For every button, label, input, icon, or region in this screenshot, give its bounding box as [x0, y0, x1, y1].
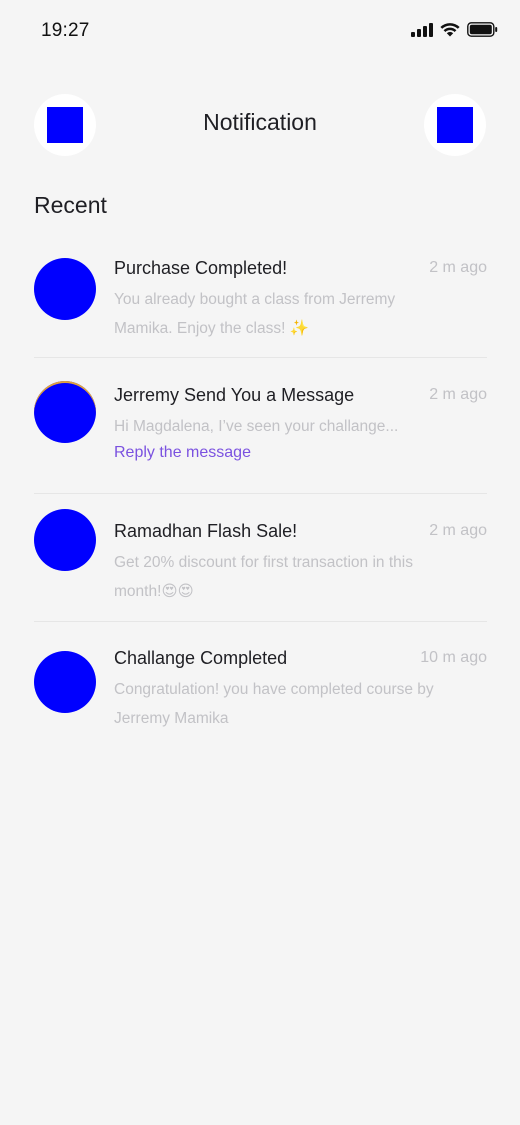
divider: [34, 357, 487, 358]
notification-time: 10 m ago: [420, 649, 487, 666]
notification-time: 2 m ago: [429, 259, 487, 276]
notification-time: 2 m ago: [429, 386, 487, 403]
notification-title: Challange Completed: [114, 648, 288, 668]
avatar: [34, 509, 96, 571]
notification-body: Hi Magdalena, I’ve seen your challange..…: [114, 418, 399, 435]
status-bar: 19:27: [0, 0, 520, 62]
avatar: [34, 381, 96, 443]
divider: [34, 493, 487, 494]
settings-icon: [437, 107, 473, 143]
notification-body: Get 20% discount for first transaction i…: [114, 554, 413, 600]
avatar: [34, 651, 96, 713]
signal-icon: [411, 22, 433, 37]
status-icons: [411, 22, 498, 37]
section-title-recent: Recent: [34, 192, 107, 218]
status-time: 19:27: [41, 20, 90, 41]
notification-item[interactable]: Jerremy Send You a Message 2 m ago Hi Ma…: [34, 381, 487, 469]
wifi-icon: [440, 22, 460, 37]
notification-title: Jerremy Send You a Message: [114, 385, 355, 405]
avatar: [34, 258, 96, 320]
notification-item[interactable]: Purchase Completed! 2 m ago You already …: [34, 258, 487, 338]
notification-screen: 19:27 Notification Recent Purchase Compl…: [0, 0, 520, 1125]
app-header: Notification: [0, 94, 520, 156]
battery-icon: [467, 22, 498, 37]
notification-body: Congratulation! you have completed cours…: [114, 681, 434, 727]
notification-item[interactable]: Ramadhan Flash Sale! 2 m ago Get 20% dis…: [34, 509, 487, 605]
divider: [34, 621, 487, 622]
reply-message-link[interactable]: Reply the message: [114, 444, 251, 462]
notification-body: You already bought a class from Jerremy …: [114, 291, 396, 337]
notification-title: Purchase Completed!: [114, 258, 288, 278]
notification-item[interactable]: Challange Completed 10 m ago Congratulat…: [34, 648, 487, 728]
notification-time: 2 m ago: [429, 522, 487, 539]
settings-button[interactable]: [424, 94, 486, 156]
notification-title: Ramadhan Flash Sale!: [114, 521, 298, 541]
